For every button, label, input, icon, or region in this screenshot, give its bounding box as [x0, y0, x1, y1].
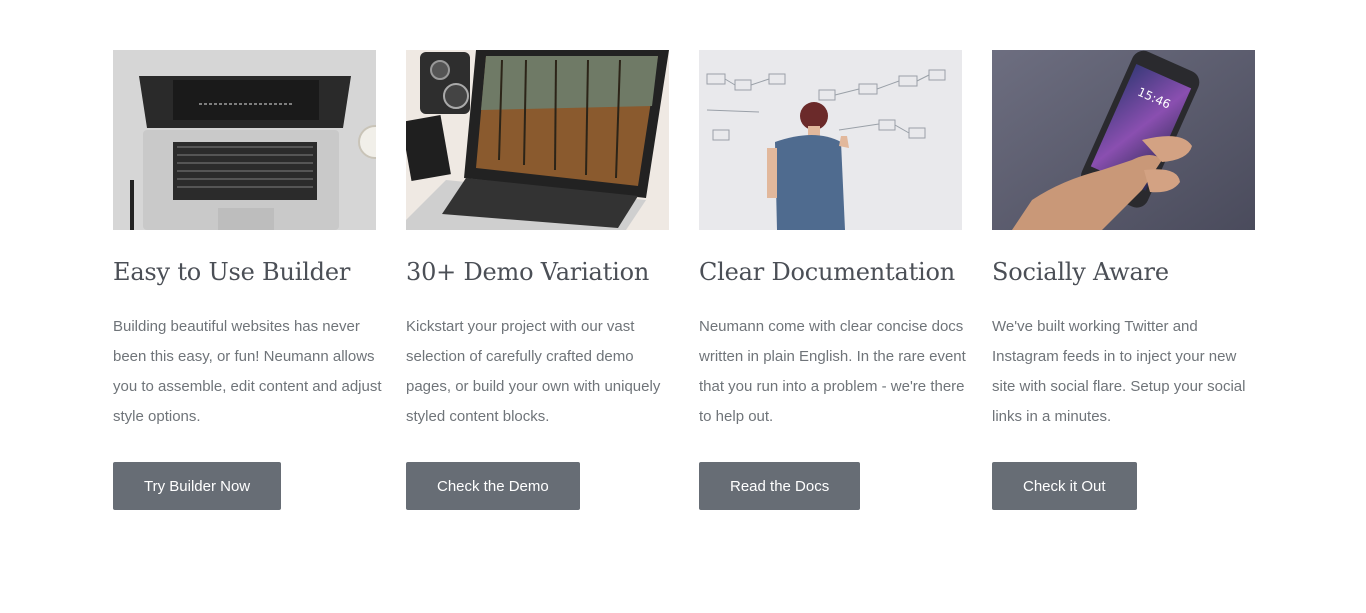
- feature-description: Kickstart your project with our vast sel…: [406, 318, 661, 425]
- feature-description: Building beautiful websites has never be…: [113, 318, 382, 425]
- features-section: Easy to Use Builder Building beautiful w…: [113, 50, 1255, 510]
- feature-card-social: 15:46 Socially Aware We've built working…: [992, 50, 1255, 510]
- feature-description: We've built working Twitter and Instagra…: [992, 318, 1246, 425]
- laptop-with-camera-image: [406, 50, 669, 230]
- feature-card-docs: Clear Documentation Neumann come with cl…: [699, 50, 966, 510]
- feature-card-builder: Easy to Use Builder Building beautiful w…: [113, 50, 382, 510]
- feature-title: Clear Documentation: [699, 258, 956, 286]
- man-at-whiteboard-image: [699, 50, 962, 230]
- feature-description: Neumann come with clear concise docs wri…: [699, 318, 966, 425]
- feature-title: 30+ Demo Variation: [406, 258, 650, 286]
- feature-card-demo: 30+ Demo Variation Kickstart your projec…: [406, 50, 669, 510]
- try-builder-button[interactable]: Try Builder Now: [113, 462, 282, 510]
- hand-holding-phone-image: 15:46: [992, 50, 1255, 230]
- check-it-out-button[interactable]: Check it Out: [992, 462, 1137, 510]
- laptop-on-desk-image: [113, 50, 376, 230]
- feature-title: Easy to Use Builder: [113, 258, 351, 286]
- feature-title: Socially Aware: [992, 258, 1169, 286]
- read-docs-button[interactable]: Read the Docs: [699, 462, 861, 510]
- check-demo-button[interactable]: Check the Demo: [406, 462, 580, 510]
